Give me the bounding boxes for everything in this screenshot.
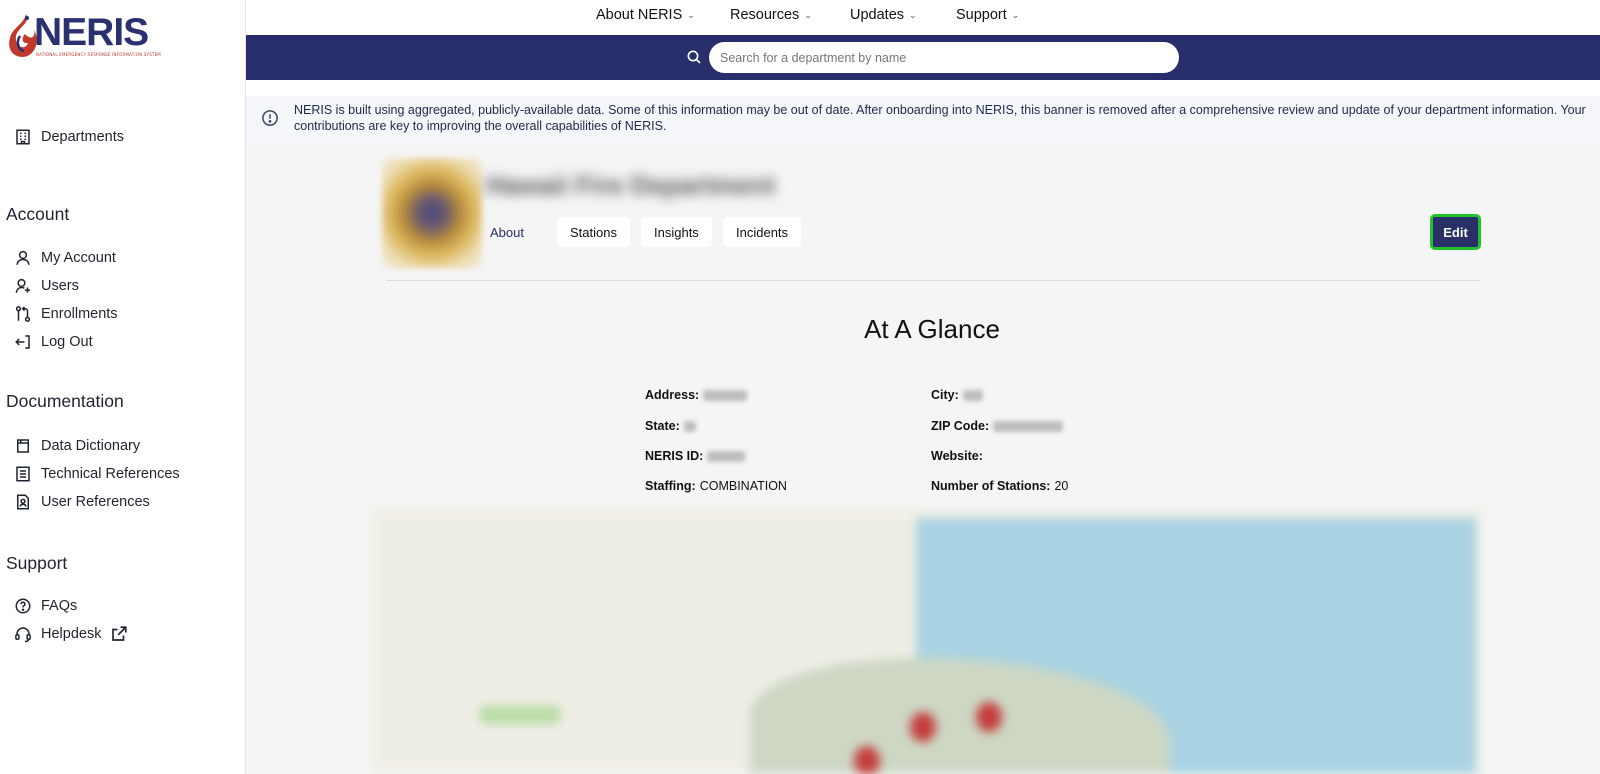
topnav-updates[interactable]: Updates ⌄ xyxy=(850,7,917,23)
field-number-of-stations: Number of Stations: 20 xyxy=(931,479,1068,493)
sidebar-item-user-references[interactable]: User References xyxy=(14,491,150,513)
field-label: Staffing: xyxy=(645,479,696,493)
sidebar-item-label: FAQs xyxy=(41,598,78,614)
info-alert-icon xyxy=(262,110,278,126)
external-link-icon xyxy=(112,626,128,641)
field-neris-id: NERIS ID: xyxy=(645,449,746,463)
tab-incidents[interactable]: Incidents xyxy=(723,217,802,247)
sidebar-item-label: Helpdesk xyxy=(41,626,102,642)
map-marker[interactable] xyxy=(854,746,880,774)
neris-logo[interactable]: NERIS NATIONAL EMERGENCY RESPONSE INFORM… xyxy=(6,8,166,58)
map-park xyxy=(480,706,560,724)
topnav-label: Resources xyxy=(730,7,800,23)
sidebar-item-label: Departments xyxy=(41,129,125,145)
sidebar-item-label: Users xyxy=(41,278,79,294)
address-value-redacted xyxy=(703,389,748,401)
chevron-down-icon: ⌄ xyxy=(909,9,917,20)
sidebar-item-label: Log Out xyxy=(41,334,93,350)
field-address: Address: xyxy=(645,388,748,402)
field-label: Address: xyxy=(645,388,700,402)
sidebar-item-technical-references[interactable]: Technical References xyxy=(14,463,180,485)
field-state: State: xyxy=(645,419,696,433)
topnav-label: About NERIS xyxy=(596,7,683,23)
logo-subtitle: NATIONAL EMERGENCY RESPONSE INFORMATION … xyxy=(36,52,161,57)
city-value-redacted xyxy=(962,389,983,401)
chevron-down-icon: ⌄ xyxy=(804,9,812,20)
edit-button[interactable]: Edit xyxy=(1430,214,1481,250)
logo-wordmark: NERIS xyxy=(34,11,149,54)
search-bar xyxy=(246,35,1600,80)
topnav-label: Updates xyxy=(850,7,905,23)
topnav-support[interactable]: Support ⌄ xyxy=(956,7,1019,23)
documentation-section-title: Documentation xyxy=(6,391,124,411)
building-icon xyxy=(16,129,30,145)
at-a-glance-title: At A Glance xyxy=(864,314,1000,344)
topnav-about-neris[interactable]: About NERIS ⌄ xyxy=(596,7,695,23)
tab-stations[interactable]: Stations xyxy=(557,217,630,247)
sidebar-item-helpdesk[interactable]: Helpdesk xyxy=(14,623,128,645)
user-plus-icon xyxy=(15,278,31,293)
top-navigation: About NERIS ⌄ Resources ⌄ Updates ⌄ Supp… xyxy=(246,0,1600,35)
sidebar-item-users[interactable]: Users xyxy=(14,275,79,297)
zip-value-redacted xyxy=(993,420,1064,432)
department-logo xyxy=(382,158,482,268)
stations-value: 20 xyxy=(1054,479,1069,493)
field-city: City: xyxy=(931,388,983,402)
sidebar: NERIS NATIONAL EMERGENCY RESPONSE INFORM… xyxy=(0,0,246,774)
sidebar-item-label: Data Dictionary xyxy=(41,438,141,454)
chevron-down-icon: ⌄ xyxy=(1011,9,1020,20)
banner-message: NERIS is built using aggregated, publicl… xyxy=(294,103,1586,133)
map-marker[interactable] xyxy=(910,712,936,742)
sidebar-item-log-out[interactable]: Log Out xyxy=(14,331,93,353)
topnav-resources[interactable]: Resources ⌄ xyxy=(730,7,812,23)
field-label: ZIP Code: xyxy=(931,419,990,433)
staffing-value: COMBINATION xyxy=(699,479,787,493)
info-banner: NERIS is built using aggregated, publicl… xyxy=(246,96,1600,144)
field-staffing: Staffing: COMBINATION xyxy=(645,479,787,493)
tab-insights[interactable]: Insights xyxy=(641,217,712,247)
field-label: NERIS ID: xyxy=(645,449,704,463)
logout-icon xyxy=(15,335,30,349)
headset-icon xyxy=(15,627,31,643)
field-label: Website: xyxy=(931,449,983,463)
tab-about[interactable]: About xyxy=(484,217,530,247)
field-zip: ZIP Code: xyxy=(931,419,1064,433)
field-label: Number of Stations: xyxy=(931,479,1051,493)
field-label: State: xyxy=(645,419,680,433)
sidebar-item-my-account[interactable]: My Account xyxy=(14,247,116,269)
sidebar-item-enrollments[interactable]: Enrollments xyxy=(14,303,118,325)
search-icon xyxy=(687,50,701,64)
department-search-input[interactable] xyxy=(709,42,1179,73)
question-circle-icon xyxy=(15,598,31,614)
header-divider xyxy=(386,280,1480,281)
sidebar-item-faqs[interactable]: FAQs xyxy=(14,595,77,617)
sidebar-item-label: User References xyxy=(41,494,150,510)
department-name: Hawaii Fire Department xyxy=(486,170,775,200)
sidebar-item-label: My Account xyxy=(41,250,116,266)
topnav-label: Support xyxy=(956,7,1007,23)
sidebar-item-label: Enrollments xyxy=(41,306,118,322)
support-section-title: Support xyxy=(6,553,68,573)
map-marker[interactable] xyxy=(976,702,1002,732)
account-section-title: Account xyxy=(6,204,70,224)
sidebar-item-data-dictionary[interactable]: Data Dictionary xyxy=(14,435,140,457)
user-document-icon xyxy=(17,494,29,510)
department-main: Hawaii Fire Department About Stations In… xyxy=(246,144,1600,774)
sidebar-item-departments[interactable]: Departments xyxy=(14,126,124,148)
chevron-down-icon: ⌄ xyxy=(687,9,695,20)
field-label: City: xyxy=(931,388,959,402)
field-website: Website: xyxy=(931,449,987,463)
sidebar-item-label: Technical References xyxy=(41,466,180,482)
git-compare-icon xyxy=(15,306,31,322)
book-icon xyxy=(17,439,29,453)
user-icon xyxy=(16,250,30,265)
stations-map[interactable] xyxy=(370,508,1482,774)
neris-id-value-redacted xyxy=(707,450,746,462)
state-value-redacted xyxy=(683,420,696,432)
document-list-icon xyxy=(16,466,30,482)
